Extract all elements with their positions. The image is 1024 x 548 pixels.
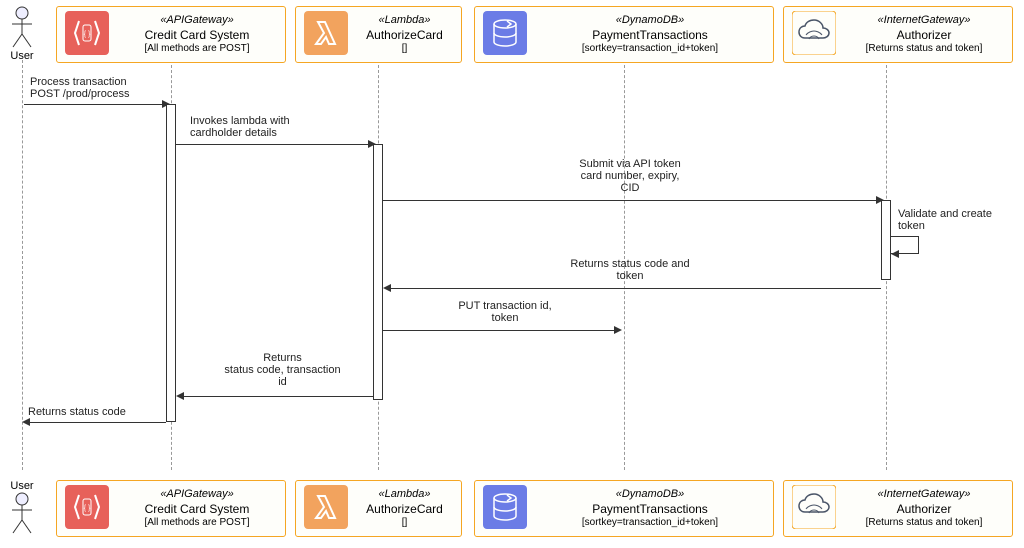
arrowhead-icon	[383, 284, 391, 292]
stereotype: «DynamoDB»	[535, 488, 765, 502]
participant-title: Credit Card System	[117, 502, 277, 517]
message-returns-status-code: Returns status code	[28, 406, 163, 418]
arrowhead-icon	[22, 418, 30, 426]
msg-line: CID	[500, 182, 760, 194]
stickman-icon	[10, 6, 34, 48]
msg-line: id	[195, 376, 370, 388]
participant-title: PaymentTransactions	[535, 28, 765, 43]
participant-igw-top: «InternetGateway» Authorizer [Returns st…	[783, 6, 1013, 63]
participant-meta: [sortkey=transaction_id+token]	[535, 517, 765, 530]
message-process-transaction: Process transaction POST /prod/process	[30, 76, 165, 100]
sequence-diagram: User { } «APIGateway» Credit Card System…	[0, 0, 1024, 548]
lifeline-user	[22, 60, 23, 470]
activation-lambda	[373, 144, 383, 400]
participant-title: Authorizer	[844, 28, 1004, 43]
dynamodb-icon	[483, 11, 527, 58]
activation-igw	[881, 200, 891, 280]
participant-api-bottom: { } «APIGateway» Credit Card System [All…	[56, 480, 286, 537]
msg-line: card number, expiry,	[500, 170, 760, 182]
arrowhead-icon	[176, 392, 184, 400]
participant-title: Credit Card System	[117, 28, 277, 43]
participant-dynamo-bottom: «DynamoDB» PaymentTransactions [sortkey=…	[474, 480, 774, 537]
participant-meta: [All methods are POST]	[117, 43, 277, 56]
actor-user-bottom: User	[4, 478, 40, 534]
stickman-icon	[10, 492, 34, 534]
message-put-transaction: PUT transaction id, token	[410, 300, 600, 324]
stereotype: «DynamoDB»	[535, 14, 765, 28]
participant-dynamo-top: «DynamoDB» PaymentTransactions [sortkey=…	[474, 6, 774, 63]
participant-lambda-bottom: «Lambda» AuthorizeCard []	[295, 480, 462, 537]
stereotype: «Lambda»	[356, 14, 453, 28]
participant-title: PaymentTransactions	[535, 502, 765, 517]
actor-user-top: User	[4, 6, 40, 62]
msg-line: POST /prod/process	[30, 88, 165, 100]
arrow	[176, 144, 372, 145]
stereotype: «Lambda»	[356, 488, 453, 502]
arrow	[24, 104, 166, 105]
dynamodb-icon	[483, 485, 527, 532]
internetgateway-icon	[792, 485, 836, 532]
svg-text:{ }: { }	[84, 31, 91, 38]
msg-line: Process transaction	[30, 76, 165, 88]
msg-line: Invokes lambda with	[190, 115, 370, 127]
message-invokes-lambda: Invokes lambda with cardholder details	[190, 115, 370, 139]
msg-line: status code, transaction	[195, 364, 370, 376]
stereotype: «InternetGateway»	[844, 14, 1004, 28]
message-submit-token: Submit via API token card number, expiry…	[500, 158, 760, 194]
msg-line: Validate and create	[898, 208, 1020, 220]
msg-line: Returns status code and	[500, 258, 760, 270]
participant-meta: [Returns status and token]	[844, 43, 1004, 56]
participant-meta: [Returns status and token]	[844, 517, 1004, 530]
lambda-icon	[304, 11, 348, 58]
participant-meta: [sortkey=transaction_id+token]	[535, 43, 765, 56]
lambda-icon	[304, 485, 348, 532]
message-returns-status-token: Returns status code and token	[500, 258, 760, 282]
arrow	[181, 396, 373, 397]
msg-line: Returns status code	[28, 406, 163, 418]
arrow	[383, 330, 618, 331]
message-returns-transaction-id: Returns status code, transaction id	[195, 352, 370, 388]
participant-api-top: { } «APIGateway» Credit Card System [All…	[56, 6, 286, 63]
arrow	[388, 288, 881, 289]
participant-meta: [All methods are POST]	[117, 517, 277, 530]
stereotype: «APIGateway»	[117, 488, 277, 502]
arrowhead-icon	[891, 250, 899, 258]
participant-igw-bottom: «InternetGateway» Authorizer [Returns st…	[783, 480, 1013, 537]
msg-line: PUT transaction id,	[410, 300, 600, 312]
internetgateway-icon	[792, 11, 836, 58]
stereotype: «APIGateway»	[117, 14, 277, 28]
arrow	[383, 200, 880, 201]
msg-line: cardholder details	[190, 127, 370, 139]
stereotype: «InternetGateway»	[844, 488, 1004, 502]
participant-title: Authorizer	[844, 502, 1004, 517]
actor-label: User	[4, 50, 40, 62]
msg-line: token	[898, 220, 1020, 232]
msg-line: Submit via API token	[500, 158, 760, 170]
activation-api	[166, 104, 176, 422]
participant-meta: []	[356, 43, 453, 56]
arrowhead-icon	[614, 326, 622, 334]
svg-text:{ }: { }	[84, 505, 91, 512]
apigateway-icon: { }	[65, 11, 109, 58]
msg-line: Returns	[195, 352, 370, 364]
participant-lambda-top: «Lambda» AuthorizeCard []	[295, 6, 462, 63]
actor-label: User	[4, 480, 40, 492]
participant-meta: []	[356, 517, 453, 530]
arrow	[27, 422, 166, 423]
participant-title: AuthorizeCard	[356, 28, 453, 43]
msg-line: token	[500, 270, 760, 282]
participant-title: AuthorizeCard	[356, 502, 453, 517]
message-validate-token: Validate and create token	[898, 208, 1020, 232]
apigateway-icon: { }	[65, 485, 109, 532]
msg-line: token	[410, 312, 600, 324]
